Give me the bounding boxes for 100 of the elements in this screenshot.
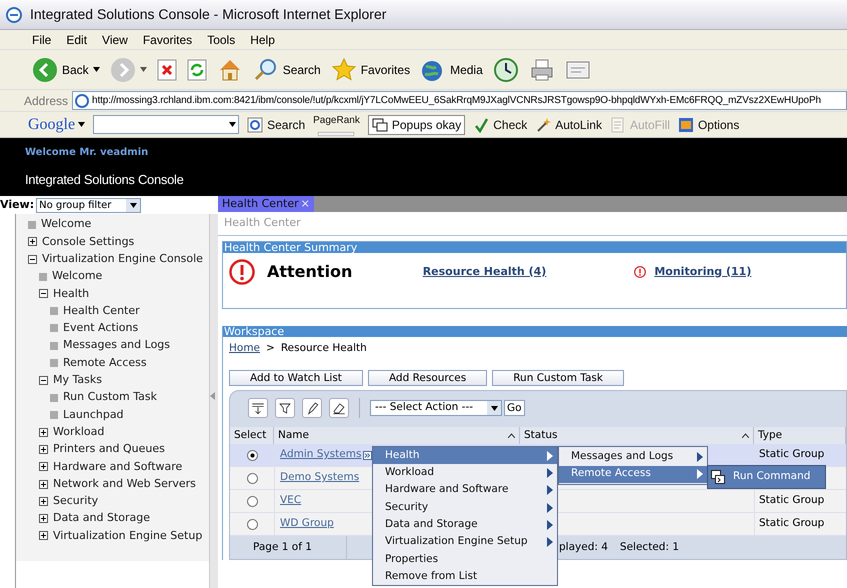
tree-item[interactable]: Data and Storage <box>53 510 150 527</box>
toolbar-button[interactable]: Media <box>420 56 483 82</box>
select-action-dropdown[interactable]: --- Select Action --- <box>370 400 502 416</box>
expand-icon[interactable] <box>39 496 48 506</box>
context-menu-item[interactable]: Workload <box>373 464 557 482</box>
resource-link[interactable]: Admin Systems <box>280 447 362 463</box>
expand-icon[interactable] <box>39 445 48 454</box>
summary-link[interactable]: Resource Health (4) <box>422 264 546 280</box>
tree-item[interactable]: Messages and Logs <box>63 337 170 354</box>
column-header[interactable]: Name <box>274 427 520 444</box>
clock-icon <box>492 56 519 82</box>
tree-item[interactable]: Event Actions <box>63 320 138 337</box>
menu-item[interactable]: Favorites <box>142 30 192 48</box>
toolbar-button[interactable]: Search <box>252 56 321 82</box>
resource-link[interactable]: VEC <box>280 493 302 509</box>
expand-icon[interactable] <box>39 428 48 437</box>
context-menu-item[interactable]: Properties <box>373 550 557 568</box>
tree-item[interactable]: Network and Web Servers <box>53 476 196 492</box>
expand-icon[interactable] <box>39 480 48 489</box>
search-icon <box>252 56 279 82</box>
google-toolbar-button[interactable]: PageRank <box>313 113 360 136</box>
tree-item[interactable]: Launchpad <box>63 406 124 424</box>
tree-item[interactable]: Virtualization Engine Setup <box>53 528 202 544</box>
action-button[interactable]: Add to Watch List <box>229 370 363 386</box>
breadcrumb-link[interactable]: Home <box>229 341 260 357</box>
context-menu-item[interactable]: Health <box>373 447 557 464</box>
radio-button[interactable] <box>246 496 258 506</box>
context-menu-item[interactable]: Hardware and Software <box>373 482 557 499</box>
column-header[interactable]: Select <box>230 427 274 444</box>
toolbar-button[interactable]: Favorites <box>330 56 410 82</box>
menu-item[interactable]: Edit <box>66 30 88 48</box>
table-row[interactable] <box>230 513 274 536</box>
address-field[interactable]: http://mossing3.rchland.ibm.com:8421/ibm/console/!ut/p/kcxml/jY7LCoMwEEU_6SakRrqM9JXaglVCNRsJRSTgowsp9O-bhpqldWYxh-EMc6FRQQ_mZVsz2XEwHUpoPh <box>72 91 847 110</box>
menu-item[interactable]: View <box>102 30 128 48</box>
toolbar-button[interactable] <box>492 56 519 82</box>
menu-item[interactable]: Help <box>250 30 275 48</box>
tree-item[interactable]: Security <box>53 493 98 510</box>
table-tool-button[interactable] <box>302 398 322 418</box>
tree-item[interactable]: Welcome <box>41 216 92 233</box>
tree-item[interactable]: My Tasks <box>53 372 102 389</box>
google-toolbar-button[interactable]: AutoLink <box>535 116 602 134</box>
expand-icon[interactable] <box>28 237 37 246</box>
column-header[interactable]: Status <box>520 427 754 444</box>
menu-item[interactable]: File <box>32 30 52 48</box>
tree-item[interactable]: Run Custom Task <box>63 389 157 406</box>
tree-item[interactable]: Health Center <box>63 302 140 320</box>
context-menu-item[interactable]: Messages and Logs <box>559 448 707 466</box>
context-menu-item[interactable]: Remote Access <box>559 466 707 483</box>
collapse-icon[interactable] <box>39 376 48 385</box>
google-menu-button[interactable]: Google <box>28 112 86 136</box>
table-tool-button[interactable] <box>275 398 295 418</box>
context-menu-item[interactable]: Run Command <box>708 466 825 488</box>
go-button[interactable]: Go <box>504 400 525 416</box>
table-row[interactable] <box>230 467 274 490</box>
tree-item[interactable]: Hardware and Software <box>53 458 182 476</box>
table-tool-button[interactable] <box>248 398 268 418</box>
google-toolbar-button[interactable]: Popups okay <box>368 114 466 134</box>
context-menu-item[interactable]: Remove from List <box>373 568 557 586</box>
expand-icon[interactable] <box>39 514 48 524</box>
radio-button[interactable] <box>246 518 258 530</box>
tab[interactable]: Health Center × <box>218 196 314 212</box>
table-tool-button[interactable] <box>329 398 349 418</box>
group-filter-dropdown[interactable]: No group filter <box>36 198 142 212</box>
action-button[interactable]: Run Custom Task <box>492 370 624 386</box>
google-toolbar-button[interactable]: Options <box>678 116 740 134</box>
google-toolbar-button[interactable]: Check <box>473 116 528 134</box>
collapse-icon[interactable] <box>28 254 37 264</box>
context-menu-item[interactable]: Security <box>373 498 557 516</box>
context-menu-item[interactable]: Virtualization Engine Setup <box>373 533 557 551</box>
context-menu-item[interactable]: Data and Storage <box>373 516 557 534</box>
tree-item[interactable]: Console Settings <box>42 234 134 250</box>
expand-icon[interactable] <box>39 531 48 540</box>
refresh-icon <box>186 58 207 80</box>
toolbar-button[interactable]: Back <box>32 56 100 82</box>
expand-icon[interactable] <box>39 462 48 472</box>
menu-item[interactable]: Tools <box>207 30 236 48</box>
radio-button[interactable] <box>246 472 258 484</box>
alert-icon <box>634 266 646 278</box>
tree-item[interactable]: Remote Access <box>63 354 147 372</box>
google-toolbar-button[interactable]: Search <box>247 116 306 134</box>
tree-item[interactable]: Health <box>53 286 90 302</box>
square-icon <box>50 359 58 368</box>
tree-item[interactable]: Virtualization Engine Console <box>42 250 203 268</box>
action-button[interactable]: Add Resources <box>368 370 488 386</box>
browser-icon <box>6 6 22 22</box>
radio-button[interactable] <box>246 450 258 460</box>
resource-link[interactable]: Demo Systems <box>280 470 360 486</box>
summary-link[interactable]: Monitoring (11) <box>654 264 752 280</box>
column-header[interactable]: Type <box>754 427 846 444</box>
resource-link[interactable]: WD Group <box>280 516 334 532</box>
tree-item[interactable]: Welcome <box>52 268 102 285</box>
tree-item[interactable]: Printers and Queues <box>53 441 165 458</box>
menu-trigger-icon[interactable] <box>363 450 372 460</box>
google-search-field[interactable] <box>93 115 240 134</box>
table-row[interactable] <box>230 444 274 467</box>
tree-item[interactable]: Workload <box>53 424 104 440</box>
table-row[interactable] <box>230 490 274 513</box>
caret-icon <box>490 406 498 410</box>
collapse-icon[interactable] <box>39 289 48 298</box>
breadcrumb-separator: > <box>266 341 275 356</box>
